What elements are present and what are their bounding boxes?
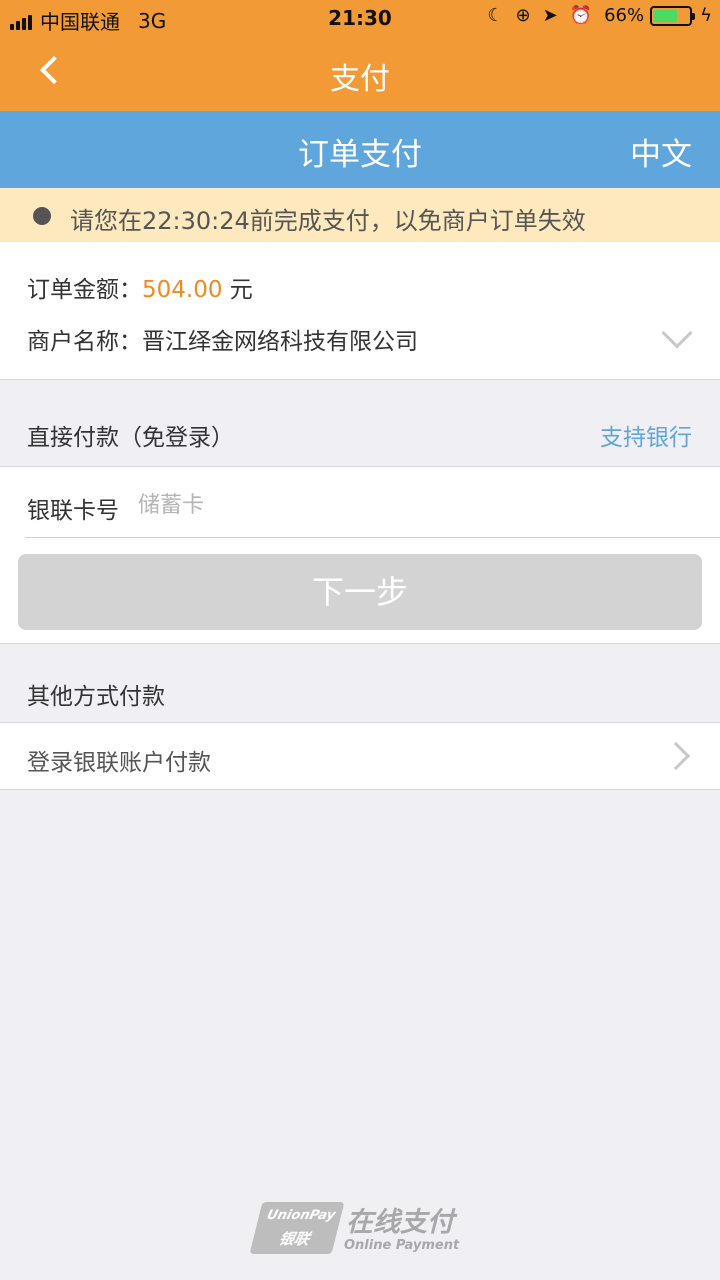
nav-bar: 支付 <box>0 36 720 111</box>
online-payment-cn: 在线支付 <box>346 1207 454 1238</box>
card-entry-panel: 银联卡号 下一步 <box>0 466 720 644</box>
amount-label: 订单金额： <box>27 277 142 303</box>
rotation-lock-icon: ⊕ <box>515 5 531 26</box>
chevron-down-icon[interactable] <box>661 317 693 349</box>
login-option-label: 登录银联账户付款 <box>27 750 211 776</box>
order-info-panel[interactable]: 订单金额：504.00 元 商户名称：晋江绎金网络科技有限公司 <box>0 242 720 380</box>
battery-icon <box>650 5 696 26</box>
unionpay-online-logo: UnionPay 银联 在线支付 Online Payment <box>249 1200 474 1260</box>
card-number-input[interactable] <box>138 487 698 523</box>
direct-pay-header: 直接付款（免登录） 支持银行 <box>0 398 720 466</box>
notice-text: 请您在22:30:24前完成支付，以免商户订单失效 <box>70 207 586 235</box>
order-amount-row: 订单金额：504.00 元 <box>27 270 253 304</box>
status-bar: 中国联通 3G 21:30 ☾ ⊕ ➤ ⏰ 66% ϟ <box>0 0 720 36</box>
unionpay-logo-cn: 银联 <box>277 1230 312 1248</box>
merchant-label: 商户名称： <box>27 329 142 355</box>
bullet-icon <box>33 207 51 225</box>
login-unionpay-option[interactable]: 登录银联账户付款 <box>0 722 720 790</box>
amount-unit: 元 <box>229 277 253 303</box>
amount-value: 504.00 <box>142 277 223 303</box>
alarm-icon: ⏰ <box>569 5 593 26</box>
charging-icon: ϟ <box>700 5 712 26</box>
merchant-row: 商户名称：晋江绎金网络科技有限公司 <box>27 322 418 356</box>
other-methods-header: 其他方式付款 <box>0 644 720 722</box>
other-methods-title: 其他方式付款 <box>27 684 165 710</box>
unionpay-logo: UnionPay 银联 <box>249 1202 345 1254</box>
deadline-notice: 请您在22:30:24前完成支付，以免商户订单失效 <box>0 188 720 242</box>
unionpay-logo-en: UnionPay <box>265 1208 337 1223</box>
supported-banks-link[interactable]: 支持银行 <box>600 418 692 452</box>
order-pay-header: 订单支付 中文 <box>0 111 720 188</box>
language-switch[interactable]: 中文 <box>630 129 692 174</box>
moon-icon: ☾ <box>487 5 504 26</box>
next-step-button[interactable]: 下一步 <box>18 554 702 630</box>
status-right: ☾ ⊕ ➤ ⏰ 66% ϟ <box>475 5 712 26</box>
battery-percent: 66% <box>604 5 645 26</box>
input-divider <box>25 537 720 538</box>
merchant-name: 晋江绎金网络科技有限公司 <box>142 329 418 355</box>
page-title: 订单支付 <box>298 137 422 173</box>
location-icon: ➤ <box>542 5 558 26</box>
card-number-label: 银联卡号 <box>27 498 119 524</box>
online-payment-en: Online Payment <box>344 1238 460 1253</box>
chevron-right-icon <box>661 741 691 771</box>
nav-title: 支付 <box>330 62 390 97</box>
direct-pay-title: 直接付款（免登录） <box>27 425 234 451</box>
